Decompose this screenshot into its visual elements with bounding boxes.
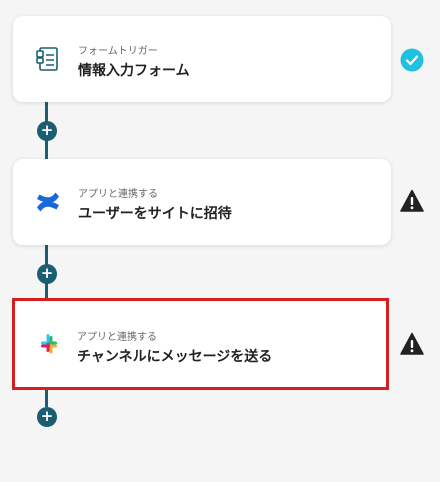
flow-step-slack[interactable]: アプリと連携する チャンネルにメッセージを送る — [12, 298, 389, 390]
slack-icon — [34, 329, 64, 359]
form-icon — [33, 44, 63, 74]
check-icon — [400, 48, 424, 72]
add-step-button[interactable]: + — [37, 121, 57, 141]
step-title: チャンネルにメッセージを送る — [77, 349, 273, 365]
step-title: ユーザーをサイトに招待 — [78, 206, 232, 222]
step-type-label: フォームトリガー — [78, 46, 158, 57]
warning-icon — [400, 189, 424, 213]
flow-connector — [45, 387, 48, 407]
flow-step-form-trigger[interactable]: フォームトリガー 情報入力フォーム — [13, 16, 391, 102]
plus-icon: + — [40, 264, 54, 282]
step-title: 情報入力フォーム — [78, 63, 190, 79]
add-step-button[interactable]: + — [37, 264, 57, 284]
step-type-label: アプリと連携する — [78, 189, 158, 200]
plus-icon: + — [40, 121, 54, 139]
plus-icon: + — [40, 407, 54, 425]
add-step-button[interactable]: + — [37, 407, 57, 427]
confluence-icon — [33, 187, 63, 217]
warning-icon — [400, 332, 424, 356]
step-type-label: アプリと連携する — [77, 332, 157, 343]
flow-step-confluence[interactable]: アプリと連携する ユーザーをサイトに招待 — [13, 159, 391, 245]
